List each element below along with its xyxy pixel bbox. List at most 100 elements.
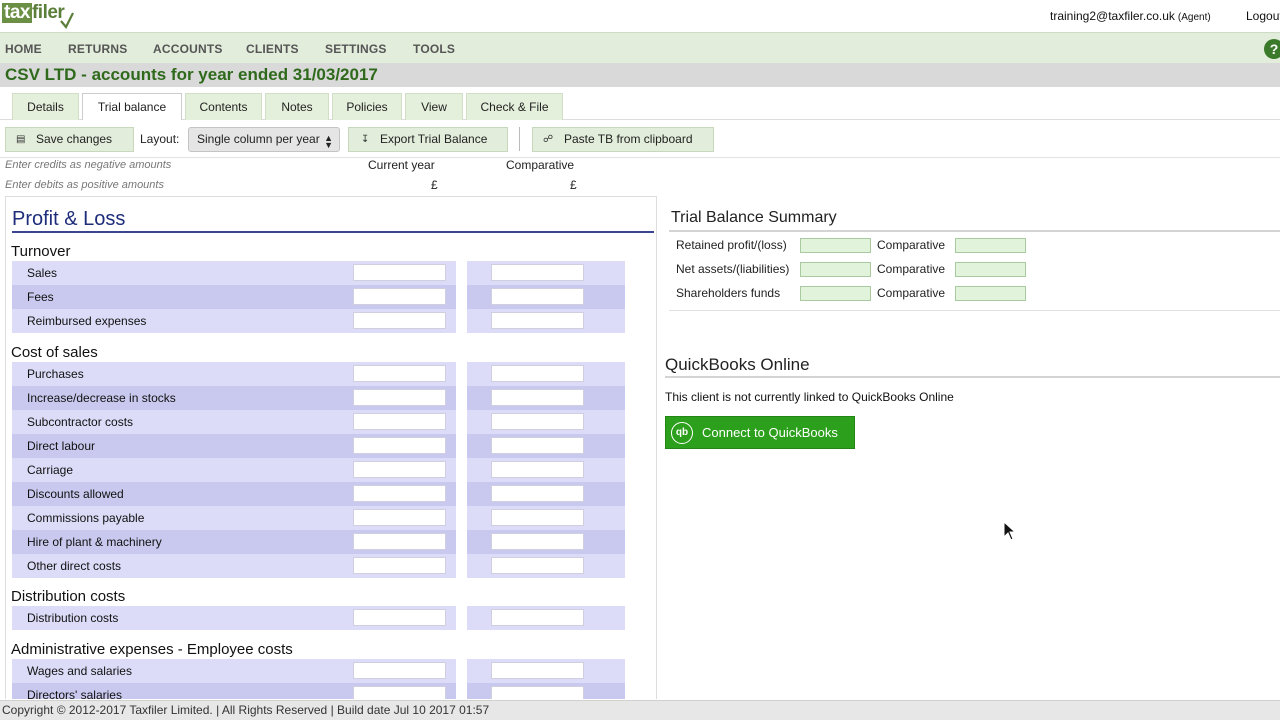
current-year-input[interactable] bbox=[353, 609, 446, 626]
download-icon: ↧ bbox=[361, 134, 370, 145]
current-year-input[interactable] bbox=[353, 686, 446, 699]
mouse-cursor-icon bbox=[1003, 521, 1017, 541]
quickbooks-status: This client is not currently linked to Q… bbox=[665, 390, 954, 404]
table-row: Distribution costs bbox=[12, 606, 625, 630]
comparative-input[interactable] bbox=[491, 389, 584, 406]
tab-trial-balance[interactable]: Trial balance bbox=[82, 93, 182, 120]
net-assets-field bbox=[800, 262, 871, 277]
layout-select[interactable]: Single column per year ▲ ▼ bbox=[188, 127, 340, 152]
taxfiler-logo[interactable]: tax filer bbox=[2, 3, 75, 29]
row-label: Discounts allowed bbox=[27, 487, 124, 501]
current-year-input[interactable] bbox=[353, 662, 446, 679]
user-role: (Agent) bbox=[1177, 12, 1211, 23]
help-icon[interactable]: ? bbox=[1264, 39, 1280, 59]
row-label: Subcontractor costs bbox=[27, 415, 134, 429]
comparative-input[interactable] bbox=[491, 365, 584, 382]
export-trial-balance-button[interactable]: ↧ Export Trial Balance bbox=[348, 127, 508, 152]
user-account[interactable]: training2@taxfiler.co.uk (Agent) bbox=[1050, 9, 1211, 23]
top-bar: tax filer training2@taxfiler.co.uk (Agent… bbox=[0, 0, 1280, 32]
select-arrow-down-icon: ▼ bbox=[324, 140, 333, 150]
tab-check-file[interactable]: Check & File bbox=[466, 93, 563, 120]
table-row: Other direct costs bbox=[12, 554, 625, 578]
current-year-input[interactable] bbox=[353, 365, 446, 382]
current-year-input[interactable] bbox=[353, 533, 446, 550]
tab-notes[interactable]: Notes bbox=[265, 93, 329, 120]
logout-link[interactable]: Logout bbox=[1246, 9, 1280, 23]
current-year-input[interactable] bbox=[353, 557, 446, 574]
current-year-input[interactable] bbox=[353, 288, 446, 305]
quickbooks-icon: qb bbox=[671, 422, 693, 444]
comparative-input[interactable] bbox=[491, 288, 584, 305]
row-label: Hire of plant & machinery bbox=[27, 535, 162, 549]
current-currency: £ bbox=[431, 178, 438, 192]
tb-summary-label: Net assets/(liabilities) bbox=[676, 262, 790, 276]
comparative-input[interactable] bbox=[491, 264, 584, 281]
row-label: Fees bbox=[27, 290, 54, 304]
shareholders-funds-field bbox=[800, 286, 871, 301]
table-row: Discounts allowed bbox=[12, 482, 625, 506]
nav-tools[interactable]: TOOLS bbox=[413, 42, 455, 56]
comparative-header: Comparative bbox=[506, 158, 575, 172]
current-year-input[interactable] bbox=[353, 461, 446, 478]
nav-accounts[interactable]: ACCOUNTS bbox=[153, 42, 223, 56]
nav-home[interactable]: HOME bbox=[5, 42, 42, 56]
logo-tick-icon bbox=[60, 12, 75, 29]
nav-settings[interactable]: SETTINGS bbox=[325, 42, 387, 56]
tab-view[interactable]: View bbox=[405, 93, 463, 120]
current-year-input[interactable] bbox=[353, 437, 446, 454]
save-button[interactable]: ▤ Save changes bbox=[5, 127, 134, 152]
current-year-input[interactable] bbox=[353, 485, 446, 502]
comparative-input[interactable] bbox=[491, 312, 584, 329]
comparative-input[interactable] bbox=[491, 485, 584, 502]
export-label: Export Trial Balance bbox=[380, 132, 488, 146]
comparative-input[interactable] bbox=[491, 509, 584, 526]
toolbar-separator bbox=[519, 127, 520, 151]
row-label: Purchases bbox=[27, 367, 84, 381]
nav-returns[interactable]: RETURNS bbox=[68, 42, 127, 56]
connect-quickbooks-button[interactable]: qb Connect to QuickBooks bbox=[665, 416, 855, 449]
row-label: Carriage bbox=[27, 463, 74, 477]
table-row: Reimbursed expenses bbox=[12, 309, 625, 333]
tab-contents[interactable]: Contents bbox=[185, 93, 262, 120]
row-label: Other direct costs bbox=[27, 559, 122, 573]
table-row: Directors' salaries bbox=[12, 683, 625, 699]
paste-link-icon: ☍ bbox=[543, 134, 554, 145]
comparative-input[interactable] bbox=[491, 686, 584, 699]
connect-quickbooks-label: Connect to QuickBooks bbox=[702, 425, 838, 440]
comparative-input[interactable] bbox=[491, 557, 584, 574]
current-year-input[interactable] bbox=[353, 264, 446, 281]
row-label: Direct labour bbox=[27, 439, 96, 453]
profit-loss-divider bbox=[12, 231, 654, 233]
table-row: Carriage bbox=[12, 458, 625, 482]
current-year-header: Current year bbox=[368, 158, 435, 172]
comparative-input[interactable] bbox=[491, 533, 584, 550]
comparative-input[interactable] bbox=[491, 437, 584, 454]
table-row: Increase/decrease in stocks bbox=[12, 386, 625, 410]
credits-hint: Enter credits as negative amounts bbox=[5, 159, 172, 171]
debits-hint: Enter debits as positive amounts bbox=[5, 179, 164, 191]
tab-details[interactable]: Details bbox=[12, 93, 79, 120]
main-nav: HOME RETURNS ACCOUNTS CLIENTS SETTINGS T… bbox=[0, 32, 1280, 63]
comparative-input[interactable] bbox=[491, 461, 584, 478]
table-row: Direct labour bbox=[12, 434, 625, 458]
table-row: Fees bbox=[12, 285, 625, 309]
row-label: Reimbursed expenses bbox=[27, 314, 147, 328]
comparative-input[interactable] bbox=[491, 662, 584, 679]
comparative-currency: £ bbox=[570, 178, 577, 192]
current-year-input[interactable] bbox=[353, 312, 446, 329]
tab-bar: Details Trial balance Contents Notes Pol… bbox=[0, 87, 1280, 120]
current-year-input[interactable] bbox=[353, 389, 446, 406]
table-row: Wages and salaries bbox=[12, 659, 625, 683]
retained-profit-field bbox=[800, 238, 871, 253]
net-assets-comparative-field bbox=[955, 262, 1026, 277]
row-label: Distribution costs bbox=[27, 611, 119, 625]
comparative-input[interactable] bbox=[491, 609, 584, 626]
section-heading-cost-of-sales: Cost of sales bbox=[11, 344, 98, 361]
current-year-input[interactable] bbox=[353, 509, 446, 526]
tab-policies[interactable]: Policies bbox=[332, 93, 402, 120]
nav-clients[interactable]: CLIENTS bbox=[246, 42, 299, 56]
paste-tb-button[interactable]: ☍ Paste TB from clipboard bbox=[532, 127, 714, 152]
current-year-input[interactable] bbox=[353, 413, 446, 430]
comparative-input[interactable] bbox=[491, 413, 584, 430]
table-row: Commissions payable bbox=[12, 506, 625, 530]
